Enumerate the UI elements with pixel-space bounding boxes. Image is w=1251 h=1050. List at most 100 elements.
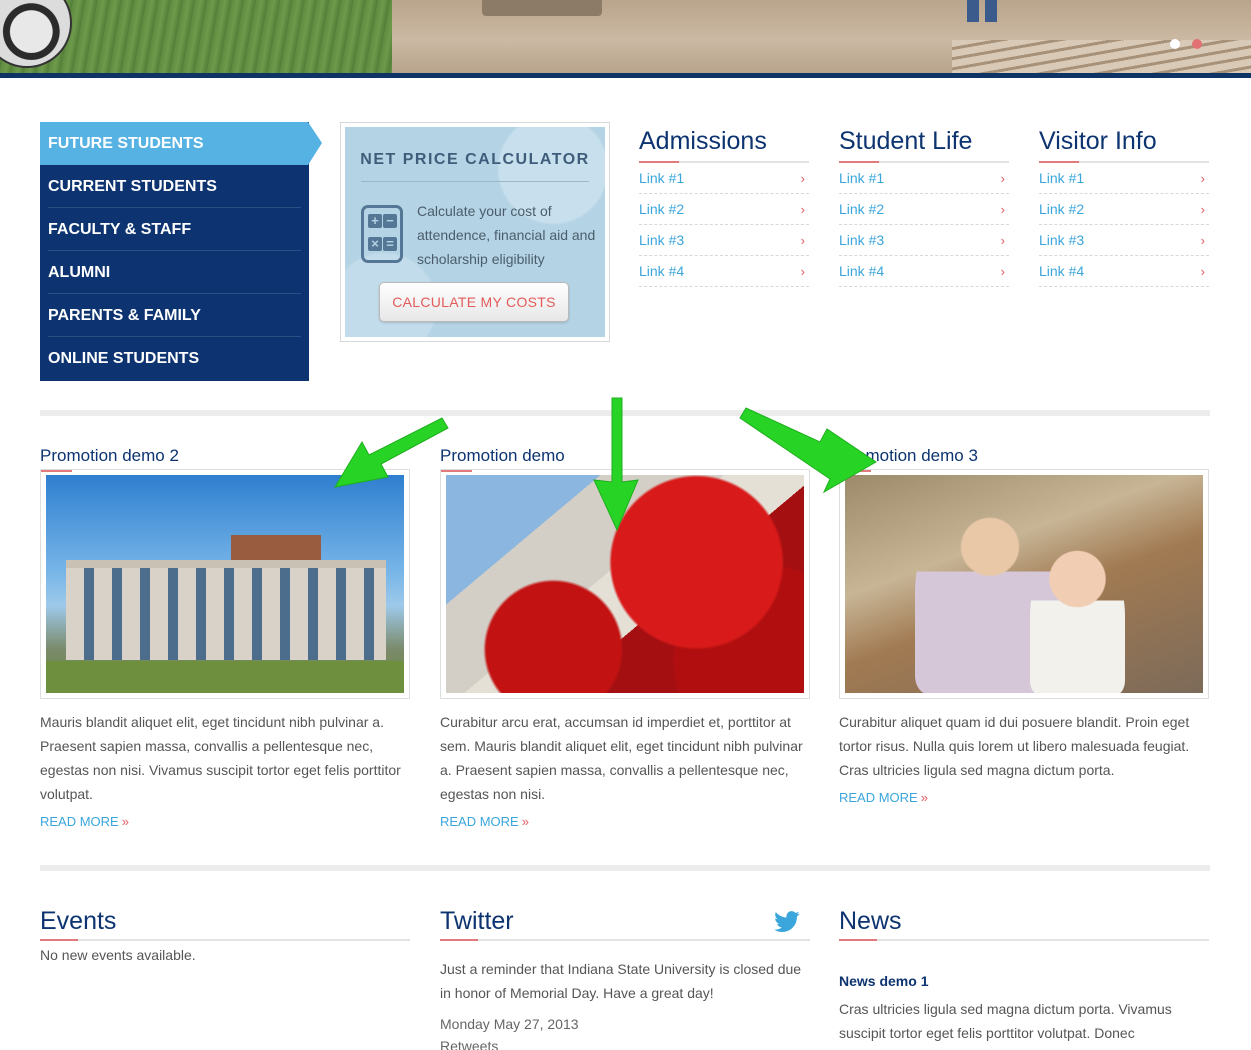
promotion-card: Promotion demo 3 Curabitur aliquet quam … [839, 445, 1209, 805]
link-item[interactable]: Link #4 › [1039, 256, 1209, 287]
twitter-bird-icon[interactable] [774, 911, 800, 933]
nav-future-students[interactable]: FUTURE STUDENTS [40, 122, 322, 165]
bench [482, 0, 602, 16]
promotion-title[interactable]: Promotion demo [440, 445, 810, 467]
promotion-title[interactable]: Promotion demo 2 [40, 445, 410, 467]
chevron-right-icon: › [1000, 202, 1005, 217]
link-label: Link #3 [839, 232, 885, 248]
nav-item-label: CURRENT STUDENTS [48, 178, 217, 195]
slider-dot-1[interactable] [1170, 39, 1180, 49]
nav-item-label: PARENTS & FAMILY [48, 307, 201, 324]
section-divider [40, 410, 1210, 416]
chevron-right-icon: › [800, 202, 805, 217]
promotion-text: Curabitur arcu erat, accumsan id imperdi… [440, 714, 803, 802]
link-item[interactable]: Link #3 › [839, 225, 1009, 256]
student-life-links: Student Life Link #1 › Link #2 › Link #3 › … [839, 125, 1009, 287]
link-label: Link #4 [1039, 263, 1085, 279]
double-chevron-icon: » [521, 814, 529, 829]
link-label: Link #4 [839, 263, 885, 279]
link-item[interactable]: Link #3 › [639, 225, 809, 256]
link-item[interactable]: Link #3 › [1039, 225, 1209, 256]
nav-item-label: ONLINE STUDENTS [48, 350, 200, 367]
link-item[interactable]: Link #1 › [639, 163, 809, 194]
promotion-text: Curabitur aliquet quam id dui posuere bl… [839, 714, 1190, 778]
link-item[interactable]: Link #1 › [839, 163, 1009, 194]
twitter-section: Twitter Just a reminder that Indiana Sta… [440, 905, 810, 1050]
link-label: Link #1 [839, 170, 885, 186]
building-photo [46, 475, 404, 693]
promotion-title[interactable]: Promotion demo 3 [839, 445, 1209, 467]
link-label: Link #1 [1039, 170, 1085, 186]
chevron-right-icon: › [1200, 233, 1205, 248]
link-item[interactable]: Link #1 › [1039, 163, 1209, 194]
chevron-right-icon: › [1000, 264, 1005, 279]
promotion-image-frame[interactable] [440, 469, 810, 699]
title-rule [40, 939, 410, 941]
promotion-card: Promotion demo Curabitur arcu erat, accu… [440, 445, 810, 829]
hero-bottom-bar [0, 73, 1251, 78]
news-item-title[interactable]: News demo 1 [839, 973, 1209, 989]
double-chevron-icon: » [121, 814, 129, 829]
promotion-image-frame[interactable] [40, 469, 410, 699]
link-item[interactable]: Link #4 › [839, 256, 1009, 287]
promotion-image-frame[interactable] [839, 469, 1209, 699]
events-empty-text: No new events available. [40, 947, 196, 963]
column-title: Visitor Info [1039, 127, 1157, 155]
chevron-right-icon: › [800, 233, 805, 248]
read-more-label: READ MORE [40, 814, 119, 829]
calculator-icon: + − × = [361, 205, 403, 263]
read-more-link[interactable]: READ MORE» [40, 814, 410, 829]
nav-item-label: FUTURE STUDENTS [48, 135, 204, 152]
chevron-right-icon: › [1200, 264, 1205, 279]
link-item[interactable]: Link #2 › [1039, 194, 1209, 225]
nav-faculty-staff[interactable]: FACULTY & STAFF [40, 208, 309, 251]
news-section: News News demo 1 Cras ultricies ligula s… [839, 905, 1209, 1045]
link-label: Link #3 [639, 232, 685, 248]
calculator-title: NET PRICE CALCULATOR [360, 151, 590, 168]
chevron-right-icon: › [800, 171, 805, 186]
title-rule [440, 939, 810, 941]
link-label: Link #3 [1039, 232, 1085, 248]
promotion-text: Mauris blandit aliquet elit, eget tincid… [40, 714, 401, 802]
link-item[interactable]: Link #2 › [639, 194, 809, 225]
promotion-card: Promotion demo 2 Mauris blandit aliquet … [40, 445, 410, 829]
calculate-costs-button[interactable]: CALCULATE MY COSTS [379, 282, 569, 322]
link-label: Link #2 [1039, 201, 1085, 217]
walking-person [967, 0, 997, 22]
red-leaves-photo [446, 475, 804, 693]
tweet-date: Monday May 27, 2013 [440, 1016, 579, 1032]
admissions-links: Admissions Link #1 › Link #2 › Link #3 › Li… [639, 125, 809, 287]
section-divider [40, 865, 1210, 871]
section-title: Twitter [440, 907, 514, 935]
hero-slider [0, 0, 1251, 78]
slider-dot-2[interactable] [1192, 39, 1202, 49]
read-more-link[interactable]: READ MORE» [440, 814, 810, 829]
events-section: Events No new events available. [40, 905, 410, 967]
section-title: News [839, 907, 902, 935]
column-title: Admissions [639, 127, 767, 155]
section-title: Events [40, 907, 117, 935]
nav-alumni[interactable]: ALUMNI [40, 251, 309, 294]
news-item-text: Cras ultricies ligula sed magna dictum p… [839, 1001, 1172, 1041]
read-more-link[interactable]: READ MORE» [839, 790, 1209, 805]
nav-item-label: FACULTY & STAFF [48, 221, 192, 238]
double-chevron-icon: » [920, 790, 928, 805]
chevron-right-icon: › [1200, 202, 1205, 217]
chevron-right-icon: › [1200, 171, 1205, 186]
read-more-label: READ MORE [839, 790, 918, 805]
visitor-info-links: Visitor Info Link #1 › Link #2 › Link #3 › … [1039, 125, 1209, 287]
nav-online-students[interactable]: ONLINE STUDENTS [40, 337, 309, 380]
tweet-text: Just a reminder that Indiana State Unive… [440, 961, 802, 1001]
nav-parents-family[interactable]: PARENTS & FAMILY [40, 294, 309, 337]
link-item[interactable]: Link #2 › [839, 194, 1009, 225]
net-price-calculator: NET PRICE CALCULATOR + − × = Calculate you… [340, 122, 610, 342]
link-item[interactable]: Link #4 › [639, 256, 809, 287]
steps [952, 40, 1251, 73]
chevron-right-icon: › [800, 264, 805, 279]
link-label: Link #4 [639, 263, 685, 279]
nav-item-label: ALUMNI [48, 264, 111, 281]
nursery-photo [845, 475, 1203, 693]
retweets-label[interactable]: Retweets [440, 1034, 810, 1050]
divider [361, 181, 589, 182]
nav-current-students[interactable]: CURRENT STUDENTS [40, 165, 309, 208]
